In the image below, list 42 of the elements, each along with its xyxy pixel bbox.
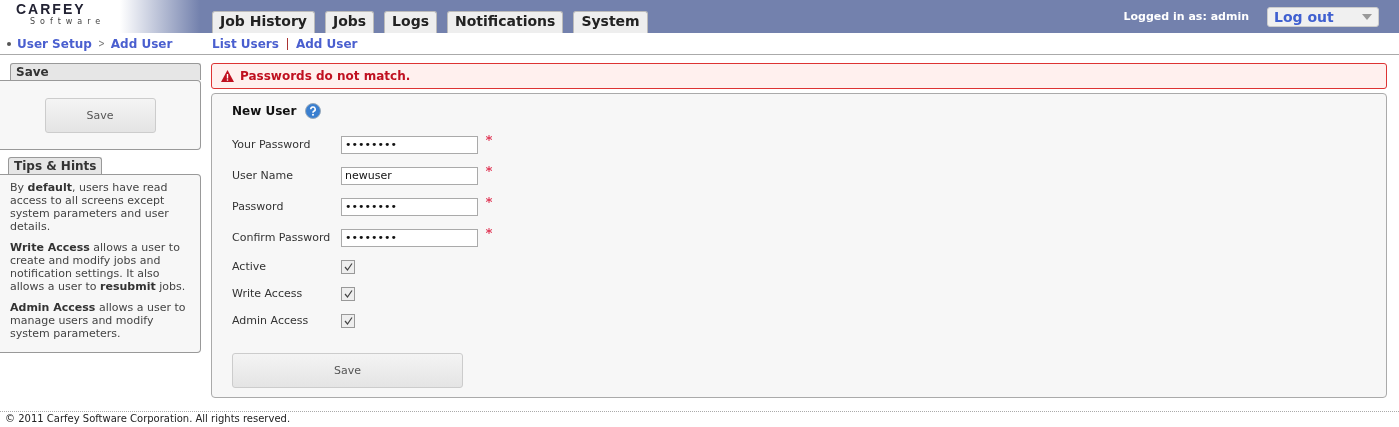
breadcrumb-link[interactable]: User Setup — [17, 36, 92, 51]
field-label: User Name — [232, 169, 295, 182]
checkbox[interactable] — [341, 313, 355, 328]
logo: CARFEY — [16, 3, 87, 16]
nav-tab[interactable]: Notifications — [447, 11, 564, 33]
error-message: Passwords do not match. — [240, 69, 411, 83]
subnav-link[interactable]: List Users — [212, 36, 279, 51]
checkbox-label: Admin Access — [232, 314, 310, 327]
logout-dropdown[interactable]: Log out — [1267, 6, 1379, 27]
copyright-text: © 2011 Carfey Software Corporation. All rights reserved. — [5, 413, 291, 424]
logged-in-label: Logged in as: admin — [1123, 10, 1249, 23]
caret-icon — [1362, 13, 1372, 20]
checkbox-label: Write Access — [232, 287, 304, 300]
checkbox[interactable] — [341, 286, 355, 301]
chevron-icon — [97, 40, 105, 47]
breadcrumb-link[interactable]: Add User — [110, 36, 173, 51]
save-button[interactable]: Save — [232, 353, 463, 388]
input-field[interactable]: newuser — [341, 166, 478, 185]
nav-tab[interactable]: Logs — [384, 11, 437, 33]
panel-title: Tips & Hints — [8, 157, 103, 174]
bullet-icon — [7, 41, 11, 46]
tip-paragraph: By default, users have read access to all screens except system parameters and user details. — [10, 181, 170, 233]
tip-paragraph: Admin Access allows a user to manage users and modify system parameters. — [10, 301, 187, 340]
field-label: Password — [232, 200, 285, 213]
checkbox[interactable] — [341, 259, 355, 274]
logo-subtitle: Software — [29, 16, 107, 27]
panel-title: Save — [10, 63, 201, 80]
tip-paragraph: Write Access allows a user to create and modify jobs and notification settings. It also allows a user to resubmit jobs. — [10, 241, 187, 293]
nav-tab[interactable]: System — [573, 11, 648, 33]
form-title: New User — [232, 104, 297, 118]
input-field[interactable]: •••••••• — [341, 228, 478, 247]
field-label: Your Password — [232, 138, 312, 151]
nav-tab[interactable]: Jobs — [324, 11, 375, 33]
input-field[interactable]: •••••••• — [341, 135, 478, 154]
help-icon[interactable] — [305, 103, 322, 119]
checkbox-label: Active — [232, 260, 268, 273]
subnav-link[interactable]: Add User — [295, 36, 358, 51]
field-label: Confirm Password — [232, 231, 332, 244]
nav-tab[interactable]: Job History — [212, 11, 315, 33]
save-button[interactable]: Save — [44, 97, 156, 133]
input-field[interactable]: •••••••• — [341, 197, 478, 216]
warning-icon — [221, 70, 234, 82]
